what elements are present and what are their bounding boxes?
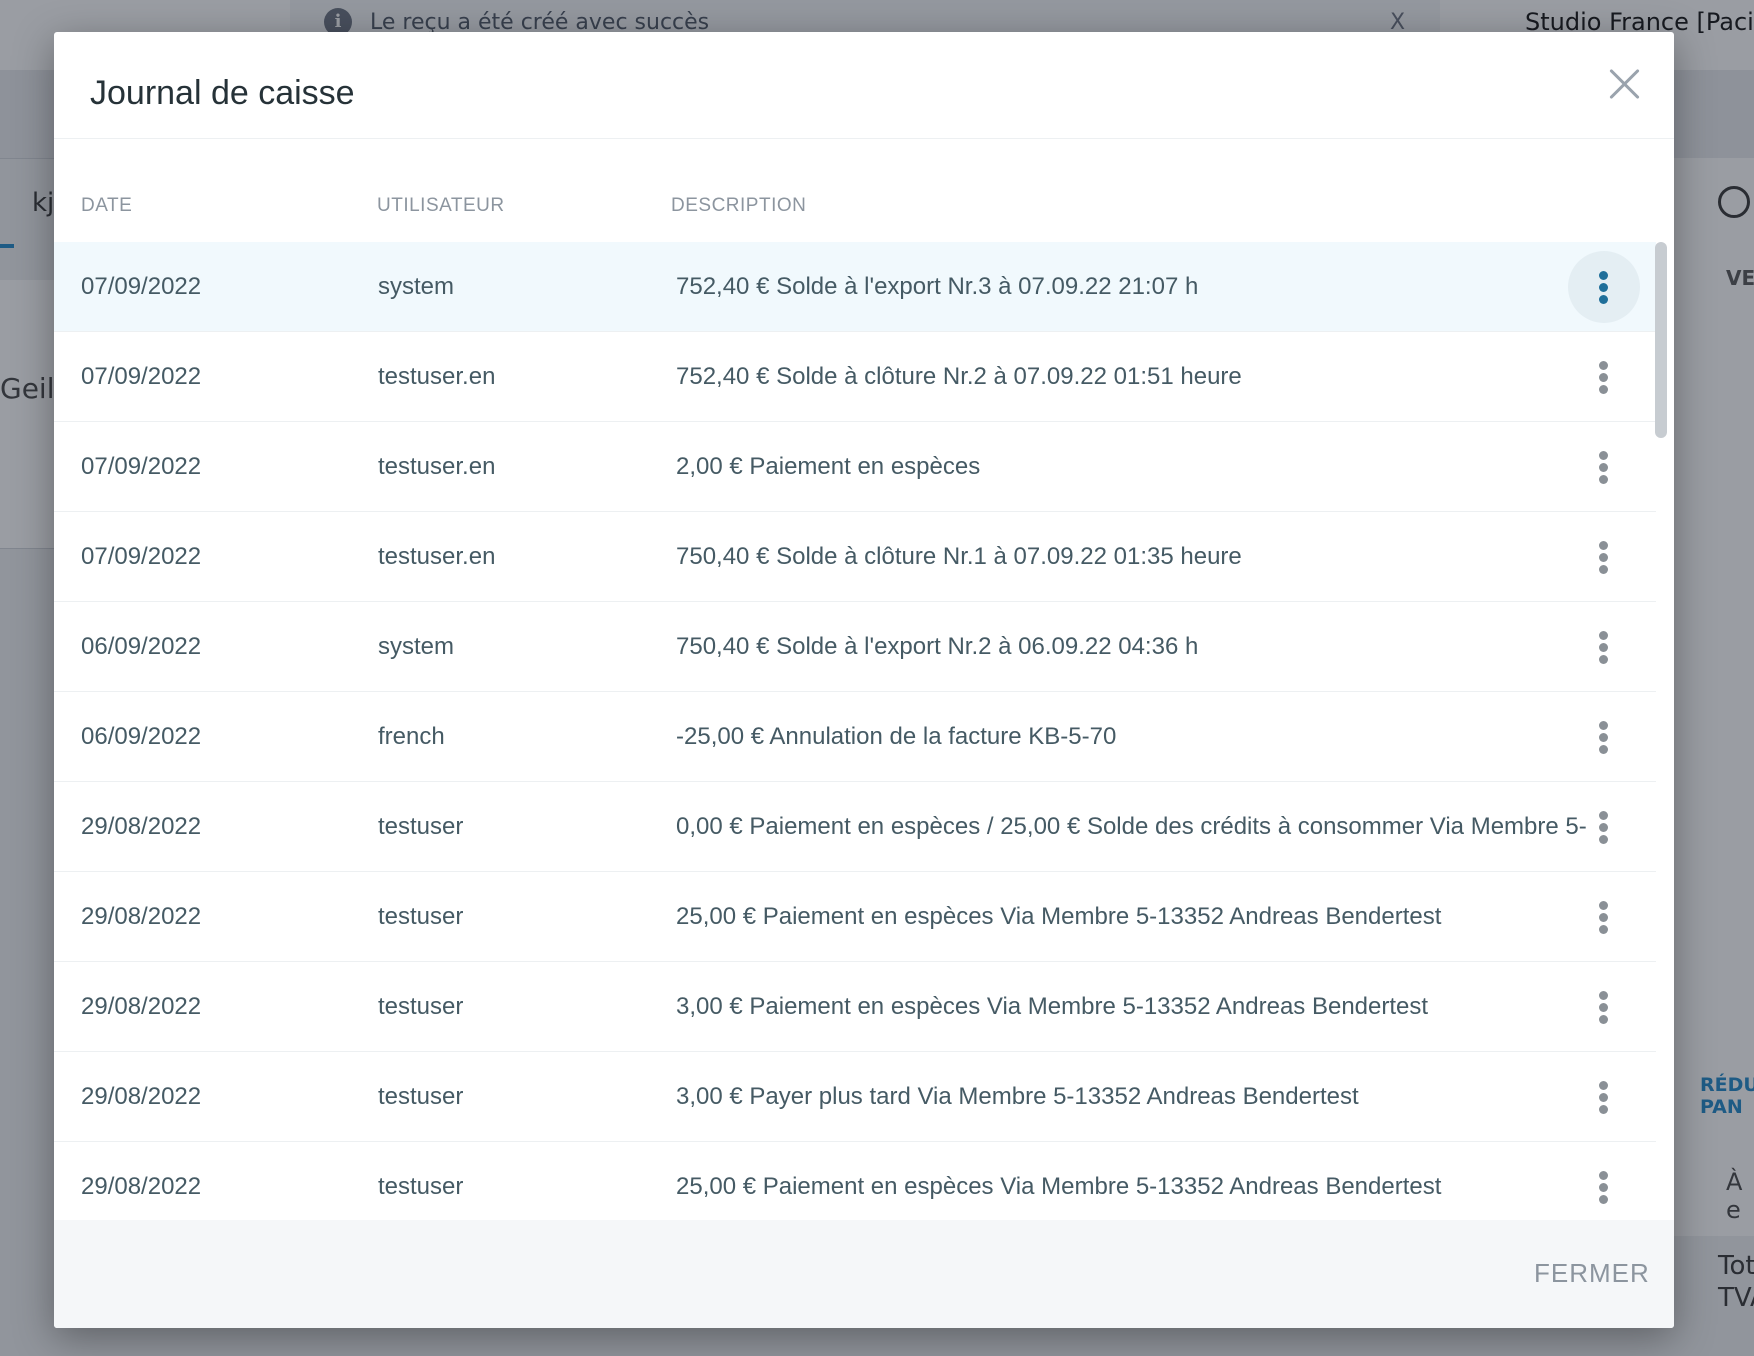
row-date: 07/09/2022 xyxy=(81,543,202,570)
row-user: french xyxy=(378,723,445,750)
column-header-user: UTILISATEUR xyxy=(377,195,505,216)
row-user: testuser.en xyxy=(378,363,496,390)
row-description: 3,00 € Paiement en espèces Via Membre 5-… xyxy=(676,993,1429,1020)
row-menu-button[interactable] xyxy=(1568,971,1640,1043)
row-user: testuser xyxy=(378,993,464,1020)
close-icon[interactable] xyxy=(1602,62,1646,106)
row-user: testuser.en xyxy=(378,453,496,480)
table-row[interactable]: 29/08/2022 testuser 3,00 € Paiement en e… xyxy=(54,962,1656,1052)
row-user: testuser xyxy=(378,903,464,930)
row-description: 0,00 € Paiement en espèces / 25,00 € Sol… xyxy=(676,813,1587,840)
more-vertical-icon xyxy=(1599,991,1609,1024)
table-scrollbar[interactable] xyxy=(1654,242,1668,1252)
row-description: 2,00 € Paiement en espèces xyxy=(676,453,981,480)
row-user: testuser.en xyxy=(378,543,496,570)
row-menu-button[interactable] xyxy=(1568,701,1640,773)
row-menu-button[interactable] xyxy=(1568,341,1640,413)
more-vertical-icon xyxy=(1599,901,1609,934)
more-vertical-icon xyxy=(1599,721,1609,754)
table-row[interactable]: 29/08/2022 testuser 0,00 € Paiement en e… xyxy=(54,782,1656,872)
table-row[interactable]: 29/08/2022 testuser 25,00 € Paiement en … xyxy=(54,1142,1656,1232)
row-user: testuser xyxy=(378,1083,464,1110)
row-menu-button[interactable] xyxy=(1568,1151,1640,1223)
table-row[interactable]: 07/09/2022 testuser.en 752,40 € Solde à … xyxy=(54,332,1656,422)
more-vertical-icon xyxy=(1599,451,1609,484)
table-row[interactable]: 07/09/2022 testuser.en 2,00 € Paiement e… xyxy=(54,422,1656,512)
close-button[interactable]: FERMER xyxy=(1534,1258,1650,1289)
row-date: 29/08/2022 xyxy=(81,993,202,1020)
row-description: 25,00 € Paiement en espèces Via Membre 5… xyxy=(676,903,1442,930)
row-description: 750,40 € Solde à clôture Nr.1 à 07.09.22… xyxy=(676,543,1242,570)
row-user: system xyxy=(378,273,455,300)
more-vertical-icon xyxy=(1599,271,1609,304)
row-date: 07/09/2022 xyxy=(81,363,202,390)
table-row[interactable]: 29/08/2022 testuser 25,00 € Paiement en … xyxy=(54,872,1656,962)
table-row[interactable]: 07/09/2022 testuser.en 750,40 € Solde à … xyxy=(54,512,1656,602)
row-date: 29/08/2022 xyxy=(81,1083,202,1110)
row-menu-button[interactable] xyxy=(1568,791,1640,863)
more-vertical-icon xyxy=(1599,1171,1609,1204)
row-description: 25,00 € Paiement en espèces Via Membre 5… xyxy=(676,1173,1442,1200)
scrollbar-thumb[interactable] xyxy=(1655,242,1667,438)
row-menu-button[interactable] xyxy=(1568,521,1640,593)
row-date: 07/09/2022 xyxy=(81,273,202,300)
table-row[interactable]: 07/09/2022 system 752,40 € Solde à l'exp… xyxy=(54,242,1656,332)
row-user: system xyxy=(378,633,455,660)
row-description: 3,00 € Payer plus tard Via Membre 5-1335… xyxy=(676,1083,1359,1110)
dialog-footer: FERMER xyxy=(54,1220,1674,1328)
row-date: 29/08/2022 xyxy=(81,903,202,930)
cash-journal-dialog: Journal de caisse DATE UTILISATEUR DESCR… xyxy=(54,32,1674,1328)
row-menu-button[interactable] xyxy=(1568,1061,1640,1133)
row-menu-button[interactable] xyxy=(1568,611,1640,683)
column-header-description: DESCRIPTION xyxy=(671,195,807,216)
table-header: DATE UTILISATEUR DESCRIPTION xyxy=(54,138,1674,243)
row-description: -25,00 € Annulation de la facture KB-5-7… xyxy=(676,723,1117,750)
column-header-date: DATE xyxy=(81,195,133,216)
row-description: 752,40 € Solde à l'export Nr.3 à 07.09.2… xyxy=(676,273,1199,300)
table-row[interactable]: 06/09/2022 french -25,00 € Annulation de… xyxy=(54,692,1656,782)
table-row[interactable]: 29/08/2022 testuser 3,00 € Payer plus ta… xyxy=(54,1052,1656,1142)
row-date: 07/09/2022 xyxy=(81,453,202,480)
row-description: 752,40 € Solde à clôture Nr.2 à 07.09.22… xyxy=(676,363,1242,390)
row-user: testuser xyxy=(378,1173,464,1200)
row-date: 06/09/2022 xyxy=(81,723,202,750)
more-vertical-icon xyxy=(1599,361,1609,394)
row-menu-button[interactable] xyxy=(1568,251,1640,323)
row-date: 29/08/2022 xyxy=(81,813,202,840)
table-row[interactable]: 06/09/2022 system 750,40 € Solde à l'exp… xyxy=(54,602,1656,692)
more-vertical-icon xyxy=(1599,541,1609,574)
more-vertical-icon xyxy=(1599,1081,1609,1114)
row-description: 750,40 € Solde à l'export Nr.2 à 06.09.2… xyxy=(676,633,1199,660)
row-date: 29/08/2022 xyxy=(81,1173,202,1200)
row-user: testuser xyxy=(378,813,464,840)
more-vertical-icon xyxy=(1599,631,1609,664)
dialog-title: Journal de caisse xyxy=(90,74,355,112)
row-menu-button[interactable] xyxy=(1568,881,1640,953)
more-vertical-icon xyxy=(1599,811,1609,844)
row-menu-button[interactable] xyxy=(1568,431,1640,503)
journal-table-body: 07/09/2022 system 752,40 € Solde à l'exp… xyxy=(54,242,1656,1252)
row-date: 06/09/2022 xyxy=(81,633,202,660)
